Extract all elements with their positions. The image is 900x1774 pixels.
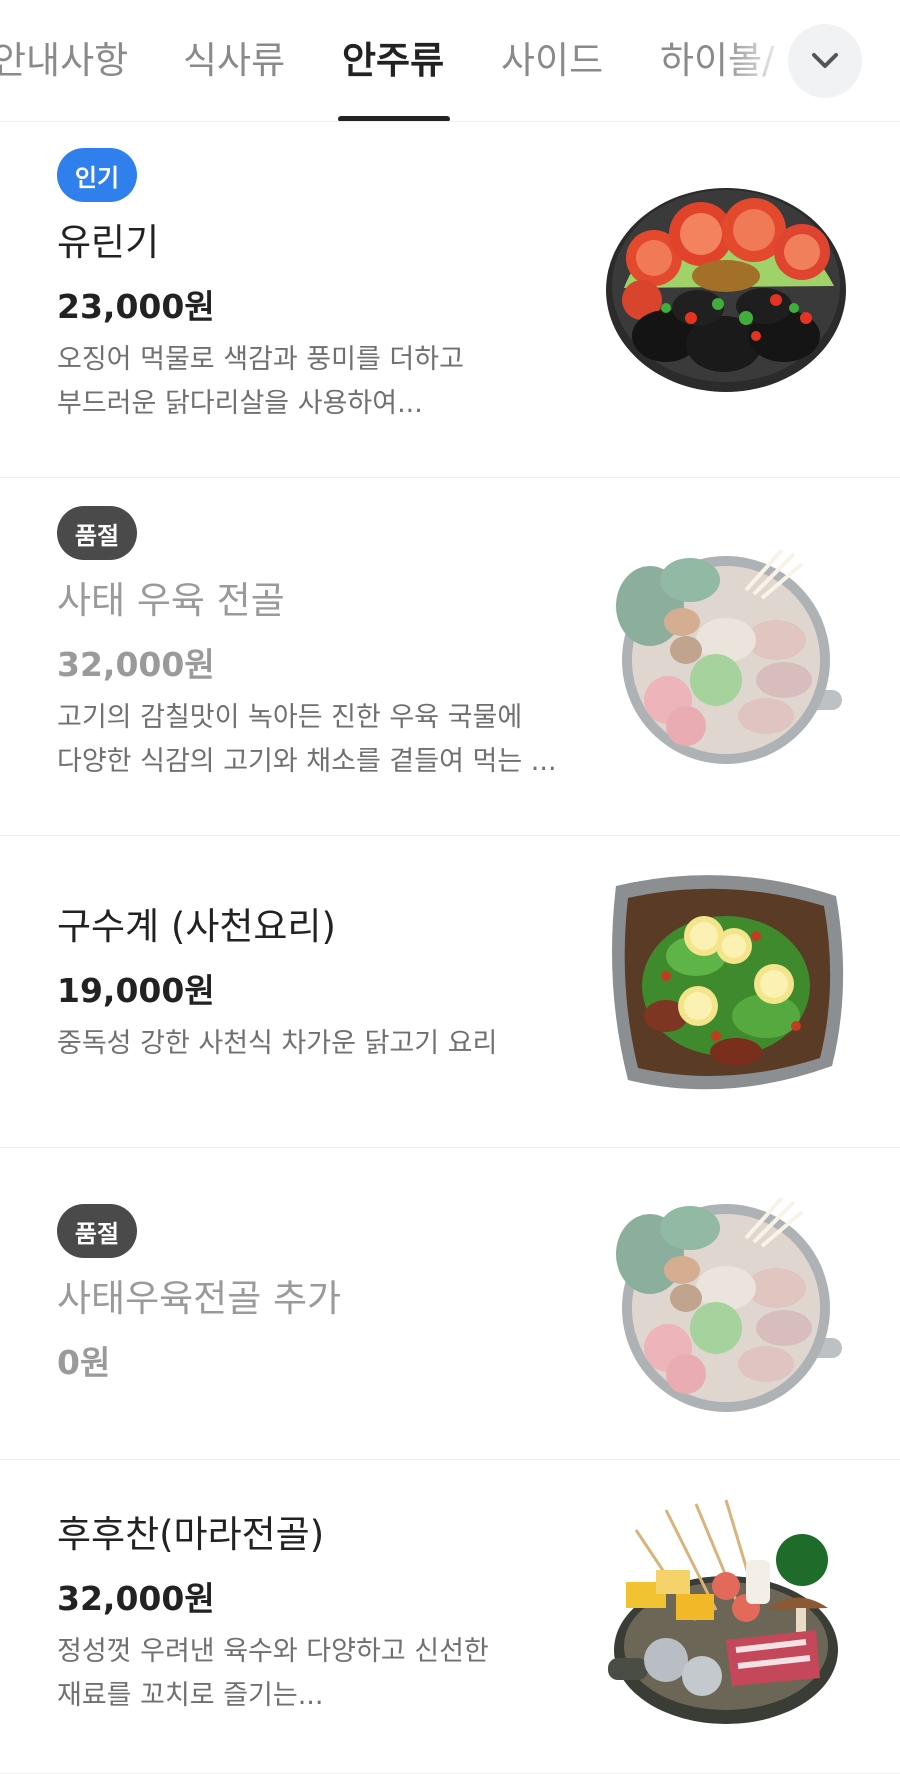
popular-badge: 인기	[57, 148, 137, 202]
menu-item-price: 0원	[57, 1343, 111, 1382]
menu-item-yuringi[interactable]: 인기 유린기 23,000원 오징어 먹물로 색감과 풍미를 더하고 부드러운 …	[0, 122, 900, 478]
soldout-badge: 품절	[57, 506, 137, 560]
beef-hotpot-image	[616, 548, 842, 764]
menu-item-price: 23,000원	[57, 287, 215, 326]
mala-skewer-hotpot-image	[608, 1499, 838, 1724]
menu-item-name: 사태 우육 전골	[57, 579, 285, 622]
soldout-badge: 품절	[57, 1204, 137, 1258]
tab-fade-overlay	[720, 0, 790, 120]
beef-hotpot-image	[616, 1196, 842, 1412]
tab-meals[interactable]: 식사류	[183, 30, 285, 84]
menu-item-beef-hotpot[interactable]: 품절 사태 우육 전골 32,000원 고기의 감칠맛이 녹아든 진한 우육 국…	[0, 478, 900, 836]
menu-item-beef-hotpot-extra[interactable]: 품절 사태우육전골 추가 0원	[0, 1148, 900, 1460]
tab-notice[interactable]: 안내사항	[0, 30, 128, 84]
menu-item-sichuan-chicken[interactable]: 구수계 (사천요리) 19,000원 중독성 강한 사천식 차가운 닭고기 요리	[0, 836, 900, 1148]
menu-item-name: 사태우육전골 추가	[57, 1277, 342, 1320]
menu-item-description: 고기의 감칠맛이 녹아든 진한 우육 국물에 다양한 식감의 고기와 채소를 곁…	[57, 702, 557, 777]
menu-item-mala-hotpot[interactable]: 후후찬(마라전골) 32,000원 정성껏 우려낸 육수와 다양하고 신선한 재…	[0, 1460, 900, 1774]
fried-chicken-with-tomato-dish-image	[606, 188, 846, 392]
category-tab-bar: 안내사항 식사류 안주류 사이드 하이볼/	[0, 0, 900, 122]
menu-item-name: 유린기	[57, 221, 160, 264]
menu-item-name: 후후찬(마라전골)	[57, 1513, 325, 1556]
menu-item-description: 정성껏 우려낸 육수와 다양하고 신선한 재료를 꼬치로 즐기는...	[57, 1636, 489, 1711]
sichuan-chicken-salad-image	[612, 875, 844, 1090]
menu-item-description: 중독성 강한 사천식 차가운 닭고기 요리	[57, 1028, 498, 1059]
menu-item-price: 19,000원	[57, 971, 215, 1010]
menu-item-price: 32,000원	[57, 645, 215, 684]
menu-item-description: 오징어 먹물로 색감과 풍미를 더하고 부드러운 닭다리살을 사용하여...	[57, 344, 464, 419]
tab-side-dishes-for-drinks[interactable]: 안주류	[342, 30, 444, 84]
chevron-down-icon	[812, 53, 838, 68]
tab-sides[interactable]: 사이드	[501, 30, 603, 84]
menu-item-price: 32,000원	[57, 1579, 215, 1618]
expand-categories-button[interactable]	[788, 24, 862, 98]
menu-item-name: 구수계 (사천요리)	[57, 905, 336, 948]
